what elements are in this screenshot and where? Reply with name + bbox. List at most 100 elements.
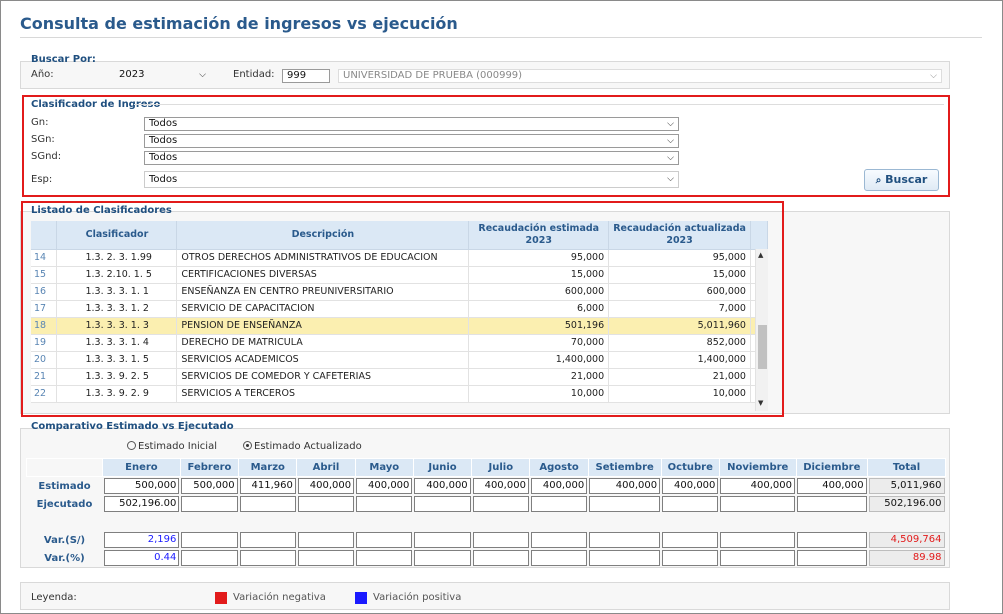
var_s-value[interactable] (662, 532, 719, 548)
ejecutado-value[interactable] (662, 496, 719, 512)
month-header: Mayo (354, 458, 414, 477)
listado-legend: Listado de Clasificadores (31, 205, 172, 216)
scroll-up-icon[interactable]: ▲ (758, 251, 763, 259)
estimado-value[interactable]: 500,000 (181, 478, 238, 494)
var_p-value[interactable] (797, 550, 867, 566)
sgnd-select[interactable]: Todos ⌵ (144, 151, 679, 165)
radio-actualizado-label: Estimado Actualizado (254, 441, 362, 452)
estimado-value[interactable]: 411,960 (239, 478, 296, 494)
var_p-value[interactable] (720, 550, 796, 566)
ejecutado-value[interactable] (297, 496, 355, 512)
ejecutado-value[interactable] (472, 496, 529, 512)
table-row[interactable]: 19 1.3. 3. 3. 1. 4 DERECHO DE MATRICULA 70,… (31, 334, 768, 352)
month-header: Agosto (529, 458, 589, 477)
ejecutado-value[interactable]: 502,196.00 (103, 496, 180, 512)
var_s-value[interactable] (239, 532, 296, 548)
ejecutado-value[interactable] (414, 496, 471, 512)
ejecutado-value[interactable] (181, 496, 238, 512)
var_s-value[interactable] (414, 532, 471, 548)
esp-select[interactable]: Todos ⌵ (144, 171, 679, 188)
entidad-code-input[interactable]: 999 (282, 69, 330, 83)
estimada-cell: 15,000 (468, 266, 610, 284)
var_s-value[interactable]: 2,196 (103, 532, 180, 548)
var_p-value[interactable] (662, 550, 719, 566)
ejecutado-value[interactable] (797, 496, 867, 512)
chevron-down-icon: ⌵ (930, 71, 937, 81)
table-row[interactable]: 18 1.3. 3. 3. 1. 3 PENSION DE ENSEÑANZA 501… (31, 317, 768, 335)
estimada-cell: 6,000 (468, 300, 610, 318)
month-cell (796, 495, 868, 513)
month-cell (796, 531, 868, 549)
table-row[interactable]: 17 1.3. 3. 3. 1. 2 SERVICIO DE CAPACITACIO… (31, 300, 768, 318)
table-row[interactable]: 14 1.3. 2. 3. 1.99 OTROS DERECHOS ADMINIST… (31, 249, 768, 267)
var_p-value[interactable] (356, 550, 413, 566)
estimado-value[interactable]: 400,000 (356, 478, 413, 494)
table-row[interactable]: 22 1.3. 3. 9. 2. 9 SERVICIOS A TERCEROS 10,… (31, 385, 768, 403)
estimado-value[interactable]: 400,000 (589, 478, 661, 494)
col-clasificador[interactable]: Clasificador (56, 221, 178, 250)
row-estimado-label: Estimado (38, 480, 91, 492)
estimado-value[interactable]: 400,000 (472, 478, 529, 494)
var_s-value[interactable] (356, 532, 413, 548)
var_s-value[interactable] (797, 532, 867, 548)
col-actualizada-label: Recaudación actualizada (613, 222, 746, 234)
ejecutado-value[interactable] (589, 496, 661, 512)
var_s-value[interactable] (297, 532, 355, 548)
col-estimada[interactable]: Recaudación estimada 2023 (468, 221, 610, 250)
month-cell: 411,960 (239, 477, 297, 496)
radio-estimado-inicial[interactable]: Estimado Inicial (127, 441, 217, 452)
ejecutado-value[interactable] (720, 496, 796, 512)
var_s-value[interactable] (720, 532, 796, 548)
month-header: Junio (412, 458, 473, 477)
gn-select[interactable]: Todos ⌵ (144, 117, 679, 131)
estimado-value[interactable]: 400,000 (530, 478, 588, 494)
estimado-value[interactable]: 400,000 (720, 478, 796, 494)
col-descripcion[interactable]: Descripción (176, 221, 470, 250)
table-row[interactable]: 21 1.3. 3. 9. 2. 5 SERVICIOS DE COMEDOR Y … (31, 368, 768, 386)
ejecutado-value[interactable] (239, 496, 296, 512)
var_s-value[interactable] (589, 532, 661, 548)
table-row[interactable]: 20 1.3. 3. 3. 1. 5 SERVICIOS ACADEMICOS 1,4… (31, 351, 768, 369)
var_p-value[interactable]: 0.44 (103, 550, 180, 566)
estimado-value[interactable]: 400,000 (414, 478, 471, 494)
estimado-value[interactable]: 500,000 (103, 478, 180, 494)
sgn-select[interactable]: Todos ⌵ (144, 134, 679, 148)
month-header: Febrero (179, 458, 240, 477)
var_p-value[interactable] (239, 550, 296, 566)
month-header: Setiembre (587, 458, 662, 477)
var_p-value[interactable] (472, 550, 529, 566)
var_s-value[interactable] (530, 532, 588, 548)
chevron-down-icon: ⌵ (667, 119, 674, 129)
var_p-value[interactable] (530, 550, 588, 566)
var_p-value[interactable] (589, 550, 661, 566)
var_p-value[interactable] (181, 550, 238, 566)
ejecutado-value[interactable] (356, 496, 413, 512)
scrollbar-thumb[interactable] (758, 325, 767, 369)
estimado-value[interactable]: 400,000 (797, 478, 867, 494)
var_s-value[interactable] (181, 532, 238, 548)
col-actualizada[interactable]: Recaudación actualizada 2023 (608, 221, 751, 250)
scroll-down-icon[interactable]: ▼ (758, 399, 763, 407)
table-row[interactable]: 16 1.3. 3. 3. 1. 1 ENSEÑANZA EN CENTRO PRE… (31, 283, 768, 301)
page-title: Consulta de estimación de ingresos vs ej… (20, 14, 458, 33)
descripcion-cell: SERVICIO DE CAPACITACION (176, 300, 470, 318)
month-cell: 400,000 (719, 477, 796, 496)
col-scroll (750, 221, 769, 250)
radio-estimado-actualizado[interactable]: Estimado Actualizado (243, 441, 362, 452)
ejecutado-value[interactable] (530, 496, 588, 512)
buscar-button[interactable]: ⌕ Buscar (864, 169, 939, 191)
var_p-value[interactable] (414, 550, 471, 566)
anio-value: 2023 (119, 69, 145, 80)
month-cell: 500,000 (103, 477, 181, 496)
var_p-value[interactable] (297, 550, 355, 566)
clasificador-cell: 1.3. 3. 3. 1. 2 (56, 300, 178, 318)
entidad-select[interactable]: UNIVERSIDAD DE PRUEBA (000999) ⌵ (338, 69, 942, 83)
table-row[interactable]: 15 1.3. 2.10. 1. 5 CERTIFICACIONES DIVERSA… (31, 266, 768, 284)
table-scrollbar[interactable]: ▲ ▼ (755, 249, 768, 411)
leyenda-label: Leyenda: (31, 592, 77, 603)
anio-select[interactable]: 2023 ⌵ (115, 69, 210, 83)
var_s-value[interactable] (472, 532, 529, 548)
estimado-value[interactable]: 400,000 (297, 478, 355, 494)
row-number: 16 (31, 283, 58, 301)
estimado-value[interactable]: 400,000 (662, 478, 719, 494)
